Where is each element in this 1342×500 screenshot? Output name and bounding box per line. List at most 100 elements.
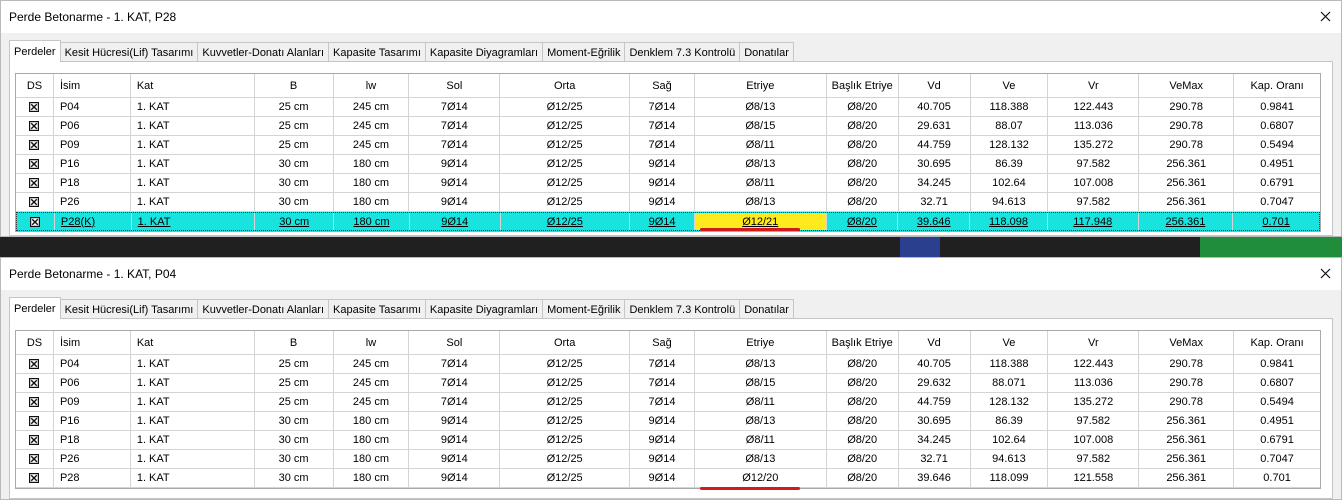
cell-ve[interactable]: 86.39: [971, 412, 1049, 430]
close-button[interactable]: [1311, 260, 1339, 286]
cell-orta[interactable]: Ø12/25: [500, 393, 631, 411]
column-header-vemax[interactable]: VeMax: [1139, 74, 1235, 97]
cell-lw[interactable]: 245 cm: [334, 393, 410, 411]
cell-kat[interactable]: 1. KAT: [131, 174, 255, 192]
cell-isim[interactable]: P09: [54, 393, 131, 411]
cell-vr[interactable]: 121.558: [1048, 469, 1140, 487]
cell-kap-orani[interactable]: 0.4951: [1234, 412, 1320, 430]
column-header-ve[interactable]: Ve: [971, 331, 1049, 354]
cell-etriye[interactable]: Ø8/11: [695, 393, 827, 411]
cell-baslik-etriye[interactable]: Ø8/20: [827, 155, 899, 173]
cell-etriye[interactable]: Ø8/13: [695, 98, 827, 116]
cell-ds[interactable]: [16, 155, 54, 173]
cell-lw[interactable]: 245 cm: [334, 374, 410, 392]
cell-vemax[interactable]: 256.361: [1139, 412, 1235, 430]
cell-ds[interactable]: [16, 98, 54, 116]
cell-baslik-etriye[interactable]: Ø8/20: [827, 136, 899, 154]
cell-vemax[interactable]: 256.361: [1139, 174, 1235, 192]
cell-etriye[interactable]: Ø8/15: [695, 374, 827, 392]
cell-etriye[interactable]: Ø12/20: [695, 469, 827, 487]
cell-sag[interactable]: 9Ø14: [630, 469, 695, 487]
cell-lw[interactable]: 180 cm: [334, 174, 410, 192]
cell-baslik-etriye[interactable]: Ø8/20: [827, 374, 899, 392]
cell-vemax[interactable]: 290.78: [1139, 98, 1235, 116]
cell-etriye[interactable]: Ø8/11: [695, 136, 827, 154]
cell-sag[interactable]: 7Ø14: [630, 374, 695, 392]
cell-ve[interactable]: 118.099: [971, 469, 1049, 487]
cell-b[interactable]: 25 cm: [255, 117, 334, 135]
table-row[interactable]: P06 1. KAT 25 cm 245 cm 7Ø14 Ø12/25 7Ø14 Ø8/15 Ø…: [16, 117, 1320, 136]
tab-7[interactable]: Denklem 7.3 Kontrolü: [624, 299, 741, 319]
cell-lw[interactable]: 245 cm: [334, 98, 410, 116]
cell-vemax[interactable]: 290.78: [1139, 136, 1235, 154]
column-header-kap-orani[interactable]: Kap. Oranı: [1234, 74, 1320, 97]
cell-lw[interactable]: 180 cm: [334, 450, 410, 468]
tab-2[interactable]: Kesit Hücresi(Lif) Tasarımı: [59, 299, 199, 319]
cell-baslik-etriye[interactable]: Ø8/20: [827, 117, 899, 135]
column-header-kat[interactable]: Kat: [131, 331, 255, 354]
cell-b[interactable]: 30 cm: [255, 431, 334, 449]
cell-ds[interactable]: [16, 412, 54, 430]
cell-vr[interactable]: 107.008: [1048, 431, 1140, 449]
cell-sag[interactable]: 9Ø14: [630, 412, 695, 430]
cell-kap-orani[interactable]: 0.6807: [1234, 117, 1320, 135]
cell-sol[interactable]: 7Ø14: [409, 374, 501, 392]
cell-vemax[interactable]: 256.361: [1139, 193, 1235, 211]
table-row[interactable]: P04 1. KAT 25 cm 245 cm 7Ø14 Ø12/25 7Ø14 Ø8/13 Ø…: [16, 355, 1320, 374]
table-row[interactable]: P26 1. KAT 30 cm 180 cm 9Ø14 Ø12/25 9Ø14 Ø8/13 Ø…: [16, 193, 1320, 212]
table-row[interactable]: P16 1. KAT 30 cm 180 cm 9Ø14 Ø12/25 9Ø14 Ø8/13 Ø…: [16, 412, 1320, 431]
table-row[interactable]: P16 1. KAT 30 cm 180 cm 9Ø14 Ø12/25 9Ø14 Ø8/13 Ø…: [16, 155, 1320, 174]
cell-sol[interactable]: 7Ø14: [409, 393, 501, 411]
column-header-baslik-etriye[interactable]: Başlık Etriye: [827, 331, 899, 354]
cell-isim[interactable]: P28: [54, 469, 131, 487]
column-header-vemax[interactable]: VeMax: [1139, 331, 1235, 354]
cell-vd[interactable]: 29.632: [899, 374, 971, 392]
cell-orta[interactable]: Ø12/25: [500, 431, 631, 449]
cell-ds[interactable]: [16, 469, 54, 487]
tab-7[interactable]: Denklem 7.3 Kontrolü: [624, 42, 741, 62]
column-header-ds[interactable]: DS: [16, 74, 54, 97]
table-row[interactable]: P18 1. KAT 30 cm 180 cm 9Ø14 Ø12/25 9Ø14 Ø8/11 Ø…: [16, 431, 1320, 450]
cell-vd[interactable]: 40.705: [899, 98, 971, 116]
cell-kap-orani[interactable]: 0.6807: [1234, 374, 1320, 392]
tab-1[interactable]: Perdeler: [9, 297, 61, 319]
cell-sag[interactable]: 7Ø14: [630, 136, 695, 154]
cell-etriye[interactable]: Ø8/11: [695, 174, 827, 192]
cell-lw[interactable]: 180 cm: [334, 213, 410, 230]
tab-3[interactable]: Kuvvetler-Donatı Alanları: [197, 42, 330, 62]
cell-ve[interactable]: 102.64: [971, 431, 1049, 449]
cell-vd[interactable]: 30.695: [899, 155, 971, 173]
cell-ds[interactable]: [16, 193, 54, 211]
cell-vemax[interactable]: 290.78: [1139, 374, 1235, 392]
cell-ds[interactable]: [16, 431, 54, 449]
cell-kat[interactable]: 1. KAT: [131, 469, 255, 487]
column-header-vd[interactable]: Vd: [899, 74, 971, 97]
cell-etriye[interactable]: Ø8/13: [695, 412, 827, 430]
cell-vd[interactable]: 40.705: [899, 355, 971, 373]
cell-isim[interactable]: P06: [54, 117, 131, 135]
cell-lw[interactable]: 180 cm: [334, 431, 410, 449]
cell-orta[interactable]: Ø12/25: [500, 355, 631, 373]
cell-lw[interactable]: 180 cm: [334, 412, 410, 430]
column-header-sag[interactable]: Sağ: [630, 331, 695, 354]
cell-baslik-etriye[interactable]: Ø8/20: [827, 193, 899, 211]
cell-baslik-etriye[interactable]: Ø8/20: [827, 174, 899, 192]
cell-kap-orani[interactable]: 0.701: [1234, 469, 1320, 487]
column-header-orta[interactable]: Orta: [500, 74, 631, 97]
table-row[interactable]: P28 1. KAT 30 cm 180 cm 9Ø14 Ø12/25 9Ø14 Ø12/20…: [16, 469, 1320, 488]
cell-vd[interactable]: 39.646: [899, 469, 971, 487]
cell-vr[interactable]: 97.582: [1048, 412, 1140, 430]
cell-baslik-etriye[interactable]: Ø8/20: [827, 98, 899, 116]
cell-sol[interactable]: 7Ø14: [409, 98, 501, 116]
cell-vr[interactable]: 113.036: [1048, 117, 1140, 135]
cell-orta[interactable]: Ø12/25: [500, 412, 631, 430]
cell-etriye[interactable]: Ø8/13: [695, 450, 827, 468]
cell-b[interactable]: 25 cm: [255, 393, 334, 411]
cell-lw[interactable]: 245 cm: [334, 355, 410, 373]
cell-vd[interactable]: 29.631: [899, 117, 971, 135]
cell-kat[interactable]: 1. KAT: [131, 136, 255, 154]
column-header-b[interactable]: B: [255, 331, 334, 354]
cell-ve[interactable]: 118.098: [970, 213, 1048, 230]
cell-etriye[interactable]: Ø8/15: [695, 117, 827, 135]
column-header-sol[interactable]: Sol: [409, 74, 501, 97]
